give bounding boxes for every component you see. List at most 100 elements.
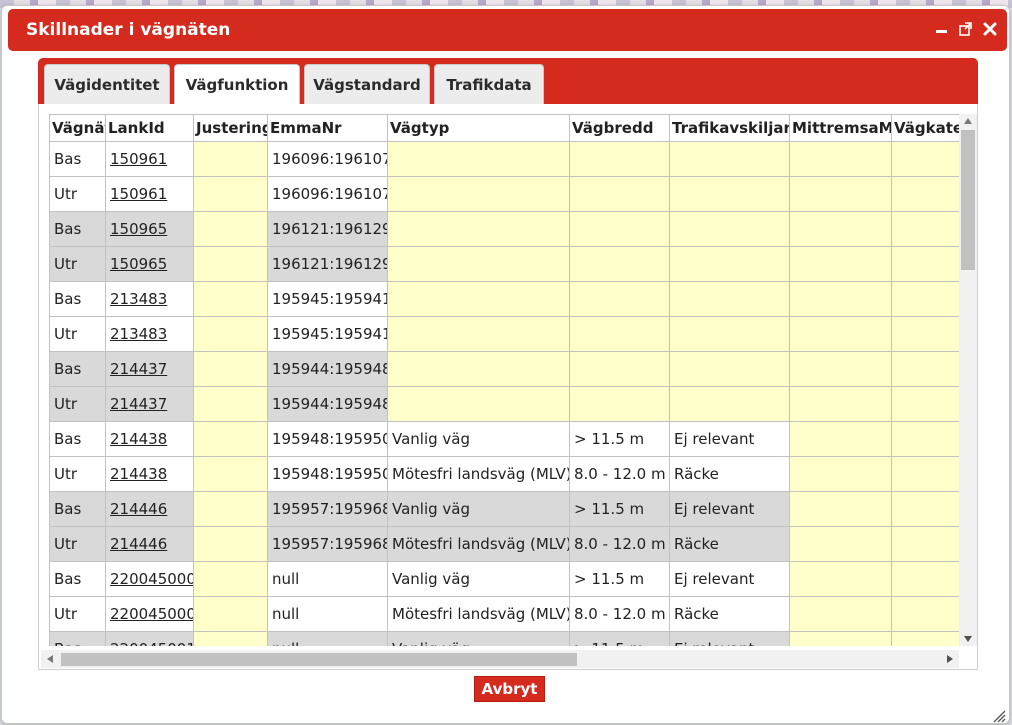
table-cell-mittremsa: [789, 421, 892, 457]
column-header[interactable]: Justering: [193, 114, 268, 142]
lankid-link[interactable]: 214437: [110, 360, 167, 378]
table-cell-trafikavskiljare: [669, 211, 790, 247]
lankid-link[interactable]: 220045000: [110, 570, 193, 588]
lankid-link[interactable]: 214438: [110, 465, 167, 483]
lankid-link[interactable]: 150965: [110, 220, 167, 238]
lankid-link[interactable]: 220045000: [110, 605, 193, 623]
minimize-icon[interactable]: [933, 19, 951, 39]
column-header[interactable]: Vägtyp: [387, 114, 570, 142]
horizontal-scroll-thumb[interactable]: [61, 653, 577, 666]
table-cell-lankid[interactable]: 213483: [105, 316, 194, 352]
close-icon[interactable]: [981, 19, 999, 39]
column-header[interactable]: Vägbredd: [569, 114, 670, 142]
table-cell-lankid[interactable]: 213483: [105, 281, 194, 317]
table-row: Utr 213483 195945:195941: [49, 316, 959, 352]
table-cell-lankid[interactable]: 220045000: [105, 561, 194, 597]
tab-panel: Vägnät LankId Justering EmmaNr Vägtyp Vä…: [38, 104, 978, 670]
column-header[interactable]: Trafikavskiljare: [669, 114, 790, 142]
table-cell-mittremsa: [789, 491, 892, 527]
column-header[interactable]: EmmaNr: [267, 114, 388, 142]
table-cell-vagnat: Utr: [49, 316, 106, 352]
table-cell-trafikavskiljare: [669, 281, 790, 317]
table-cell-vagnat: Utr: [49, 596, 106, 632]
table-cell-mittremsa: [789, 456, 892, 492]
popout-icon[interactable]: [957, 19, 975, 39]
table-cell-lankid[interactable]: 214437: [105, 351, 194, 387]
scroll-down-arrow-icon[interactable]: [964, 636, 972, 642]
lankid-link[interactable]: 213483: [110, 325, 167, 343]
table-cell-mittremsa: [789, 141, 892, 177]
tab-trafikdata[interactable]: Trafikdata: [434, 64, 544, 104]
table-cell-emmanr: 196096:196107: [267, 176, 388, 212]
dialog-titlebar[interactable]: Skillnader i vägnäten: [8, 9, 1007, 51]
resize-grip-icon[interactable]: [992, 708, 1006, 723]
table-cell-lankid[interactable]: 150965: [105, 246, 194, 282]
table-cell-lankid[interactable]: 214438: [105, 456, 194, 492]
lankid-link[interactable]: 214446: [110, 535, 167, 553]
table-cell-vagkateg: [891, 351, 959, 387]
table-cell-vagnat: Utr: [49, 176, 106, 212]
table-cell-justering: [193, 421, 268, 457]
table-row: Bas 214438 195948:195950 Vanlig väg > 11.5 m…: [49, 421, 959, 457]
table-cell-vagkateg: [891, 211, 959, 247]
lankid-link[interactable]: 214437: [110, 395, 167, 413]
table-cell-lankid[interactable]: 214446: [105, 491, 194, 527]
table-cell-lankid[interactable]: 150965: [105, 211, 194, 247]
column-header[interactable]: LankId: [105, 114, 194, 142]
tab-vagidentitet[interactable]: Vägidentitet: [44, 64, 170, 104]
table-cell-justering: [193, 281, 268, 317]
column-header[interactable]: Vägkateg: [891, 114, 959, 142]
table-cell-mittremsa: [789, 316, 892, 352]
differences-grid: Vägnät LankId Justering EmmaNr Vägtyp Vä…: [49, 114, 959, 646]
column-header[interactable]: Vägnät: [49, 114, 106, 142]
lankid-link[interactable]: 150965: [110, 255, 167, 273]
horizontal-scrollbar[interactable]: [41, 650, 959, 668]
table-cell-mittremsa: [789, 176, 892, 212]
table-cell-vagtyp: [387, 176, 570, 212]
table-cell-lankid[interactable]: 150961: [105, 141, 194, 177]
table-cell-vagbredd: [569, 386, 670, 422]
lankid-link[interactable]: 150961: [110, 150, 167, 168]
table-cell-justering: [193, 561, 268, 597]
lankid-link[interactable]: 220045001: [110, 640, 193, 646]
table-cell-lankid[interactable]: 220045001: [105, 631, 194, 646]
table-cell-justering: [193, 386, 268, 422]
scroll-left-arrow-icon[interactable]: [47, 655, 53, 663]
table-cell-vagkateg: [891, 526, 959, 562]
table-cell-trafikavskiljare: [669, 176, 790, 212]
table-cell-vagbredd: > 11.5 m: [569, 631, 670, 646]
table-cell-lankid[interactable]: 150961: [105, 176, 194, 212]
table-cell-trafikavskiljare: [669, 316, 790, 352]
table-cell-trafikavskiljare: [669, 246, 790, 282]
lankid-link[interactable]: 213483: [110, 290, 167, 308]
vertical-scroll-thumb[interactable]: [961, 130, 975, 270]
tab-vagfunktion[interactable]: Vägfunktion: [174, 64, 300, 105]
column-header[interactable]: MittremsaMV: [789, 114, 892, 142]
lankid-link[interactable]: 214438: [110, 430, 167, 448]
lankid-link[interactable]: 150961: [110, 185, 167, 203]
table-cell-lankid[interactable]: 214438: [105, 421, 194, 457]
tab-strip: Vägidentitet Vägfunktion Vägstandard Tra…: [38, 58, 978, 105]
vertical-scrollbar[interactable]: [959, 114, 977, 646]
table-cell-lankid[interactable]: 220045000: [105, 596, 194, 632]
table-cell-mittremsa: [789, 246, 892, 282]
table-row: Utr 150961 196096:196107: [49, 176, 959, 212]
table-cell-vagbredd: > 11.5 m: [569, 491, 670, 527]
table-cell-vagtyp: Mötesfri landsväg (MLV): [387, 526, 570, 562]
table-cell-lankid[interactable]: 214437: [105, 386, 194, 422]
table-row: Utr 220045000 null Mötesfri landsväg (MLV) 8…: [49, 596, 959, 632]
table-cell-lankid[interactable]: 214446: [105, 526, 194, 562]
cancel-button[interactable]: Avbryt: [474, 676, 545, 702]
tab-vagstandard[interactable]: Vägstandard: [304, 64, 430, 104]
scroll-up-arrow-icon[interactable]: [964, 118, 972, 124]
table-body: Bas 150961 196096:196107 Utr 150961 196096:19…: [49, 141, 959, 646]
differences-table: Vägnät LankId Justering EmmaNr Vägtyp Vä…: [49, 114, 959, 646]
table-cell-emmanr: null: [267, 561, 388, 597]
table-cell-mittremsa: [789, 561, 892, 597]
table-cell-vagbredd: 8.0 - 12.0 m: [569, 456, 670, 492]
table-cell-mittremsa: [789, 596, 892, 632]
table-cell-mittremsa: [789, 351, 892, 387]
table-cell-vagkateg: [891, 491, 959, 527]
lankid-link[interactable]: 214446: [110, 500, 167, 518]
scroll-right-arrow-icon[interactable]: [947, 655, 953, 663]
